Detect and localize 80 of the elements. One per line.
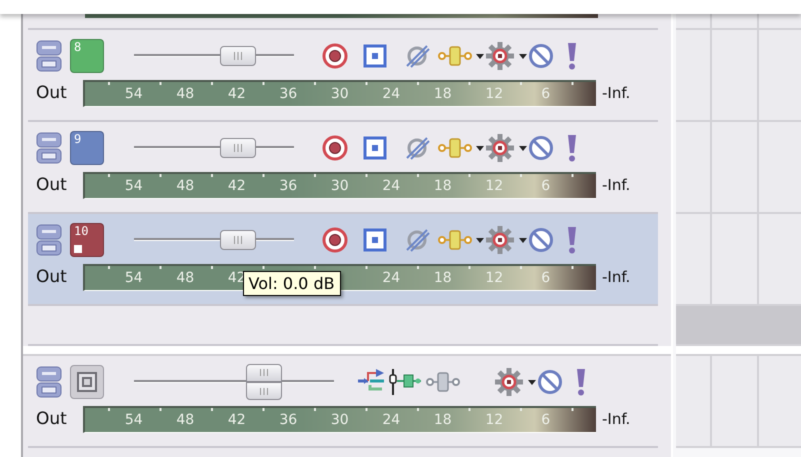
track-number: 8 <box>70 39 104 73</box>
scale-label: 54 <box>124 412 143 428</box>
record-icon <box>322 43 348 69</box>
track-number: 9 <box>70 131 104 165</box>
scale-label: 30 <box>330 412 349 428</box>
record-icon <box>322 227 348 253</box>
block-icon <box>528 227 554 253</box>
block-icon <box>528 43 554 69</box>
meter-label: Out <box>36 409 68 429</box>
square-icon <box>76 371 98 393</box>
scale-label: 30 <box>330 178 349 194</box>
scale-label: 18 <box>434 178 452 194</box>
exclamation-icon <box>566 133 578 163</box>
scale-label: 36 <box>279 178 298 194</box>
scale-label: 48 <box>176 270 194 286</box>
meter-end-label: -Inf. <box>602 410 630 428</box>
track-layout-icon[interactable] <box>36 132 62 164</box>
meter-end-label: -Inf. <box>602 176 630 194</box>
scale-label: 54 <box>124 178 143 194</box>
meter-end-label: -Inf. <box>602 268 630 286</box>
icon-button[interactable] <box>388 367 422 397</box>
scale-label: 42 <box>228 86 246 102</box>
scale-label: 48 <box>176 178 194 194</box>
meter-end-label: -Inf. <box>602 84 630 102</box>
volume-tooltip: Vol: 0.0 dB <box>242 271 341 296</box>
scale-label: 6 <box>541 178 550 194</box>
exclamation-icon <box>566 225 578 255</box>
scale-label: 24 <box>382 178 400 194</box>
scale-label: 12 <box>485 86 504 102</box>
scale-label: 24 <box>382 270 400 286</box>
square-icon <box>362 135 388 161</box>
scale-label: 18 <box>434 86 452 102</box>
phase-icon <box>404 227 430 253</box>
scale-label: 12 <box>485 412 504 428</box>
block-icon <box>537 369 563 395</box>
square-icon <box>362 227 388 253</box>
insert-icon <box>388 367 422 397</box>
scale-label: 36 <box>279 86 298 102</box>
phase-icon <box>404 43 430 69</box>
record-icon <box>322 135 348 161</box>
scale-label: 48 <box>176 412 194 428</box>
scale-label: 48 <box>176 86 194 102</box>
exclamation-icon <box>566 41 578 71</box>
track-number: 10 <box>70 223 104 257</box>
slider-thumb[interactable] <box>220 138 256 158</box>
scale-label: 12 <box>485 270 504 286</box>
scale-label: 54 <box>124 270 143 286</box>
gear-icon <box>494 367 524 397</box>
slider-thumb[interactable] <box>220 46 256 66</box>
scale-label: 12 <box>485 178 504 194</box>
scale-label: 6 <box>541 270 550 286</box>
scale-label: 36 <box>279 412 298 428</box>
phase-icon <box>404 135 430 161</box>
scale-label: 18 <box>434 412 452 428</box>
scale-label: 6 <box>541 412 550 428</box>
icon-button[interactable] <box>322 227 348 253</box>
square-icon <box>362 43 388 69</box>
scale-label: 24 <box>382 86 400 102</box>
scale-label: 24 <box>382 412 400 428</box>
scale-label: 42 <box>228 178 246 194</box>
exclamation-icon <box>575 367 587 397</box>
scale-label: 6 <box>541 86 550 102</box>
scale-label: 30 <box>330 86 349 102</box>
track-layout-icon[interactable] <box>36 224 62 256</box>
meter-label: Out <box>36 175 68 195</box>
gear-icon <box>485 225 515 255</box>
meter-label: Out <box>36 83 68 103</box>
slider-thumb[interactable] <box>220 230 256 250</box>
track-layout-icon[interactable] <box>36 40 62 72</box>
meter-label: Out <box>36 267 68 287</box>
scale-label: 54 <box>124 86 143 102</box>
icon-button[interactable] <box>322 135 348 161</box>
block-icon <box>528 135 554 161</box>
slider-thumb[interactable] <box>246 364 282 400</box>
gear-icon <box>485 133 515 163</box>
scale-label: 18 <box>434 270 452 286</box>
gear-icon <box>485 41 515 71</box>
scale-label: 42 <box>228 412 246 428</box>
track-layout-icon[interactable] <box>36 366 62 398</box>
icon-button[interactable] <box>322 43 348 69</box>
